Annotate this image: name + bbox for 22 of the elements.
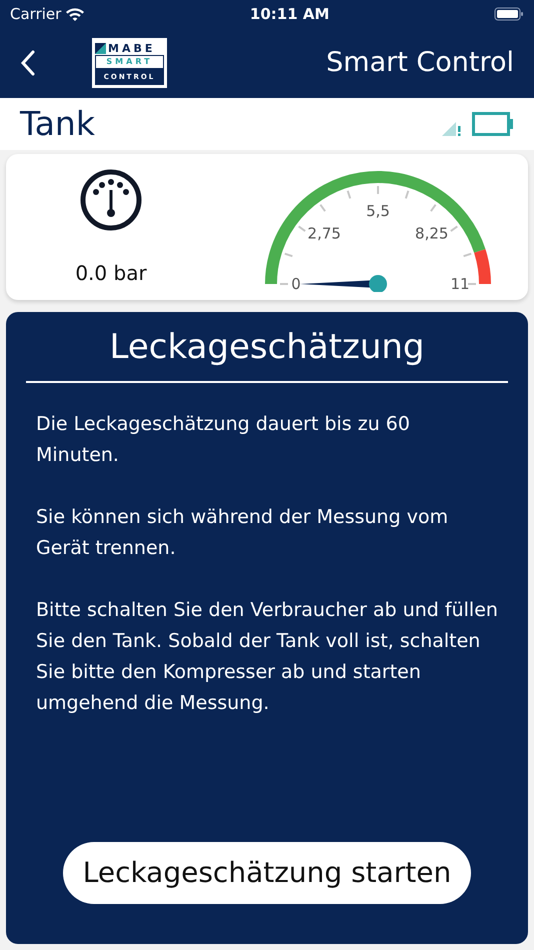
- back-icon[interactable]: [20, 50, 36, 76]
- battery-icon: [494, 7, 524, 21]
- logo-text: MABE: [108, 42, 156, 54]
- start-button[interactable]: Leckageschätzung starten: [62, 842, 472, 904]
- instruction-text: Die Leckageschätzung dauert bis zu 60 Minuten.: [36, 412, 411, 468]
- device-title: Tank: [20, 103, 95, 146]
- wifi-icon: [65, 7, 86, 21]
- gauge-label: 5,5: [366, 202, 390, 220]
- instruction-text: Sie können sich während der Messung vom Gerät trennen.: [36, 505, 450, 561]
- gauge-label: 2,75: [308, 224, 341, 242]
- gauge-icon: [79, 168, 143, 232]
- gauge-label: 11: [450, 275, 470, 292]
- pressure-reading: 0.0 bar: [75, 260, 147, 287]
- instruction-text: Bitte schalten Sie den Verbraucher ab und füllen Sie den Tank. Sobald der Tank voll ist, schalten Sie bitte den Kompresser ab und starten umgehend die Messung.: [36, 598, 498, 716]
- carrier-label: Carrier: [10, 4, 62, 25]
- screen-title: Smart Control: [326, 46, 514, 80]
- clock: 10:11 AM: [250, 4, 330, 25]
- logo-text: SMART: [106, 58, 153, 66]
- panel-title: Leckageschätzung: [26, 312, 508, 383]
- gauge-label: 8,25: [415, 224, 448, 242]
- battery-icon: [472, 112, 514, 136]
- gauge-label: 0: [291, 275, 301, 292]
